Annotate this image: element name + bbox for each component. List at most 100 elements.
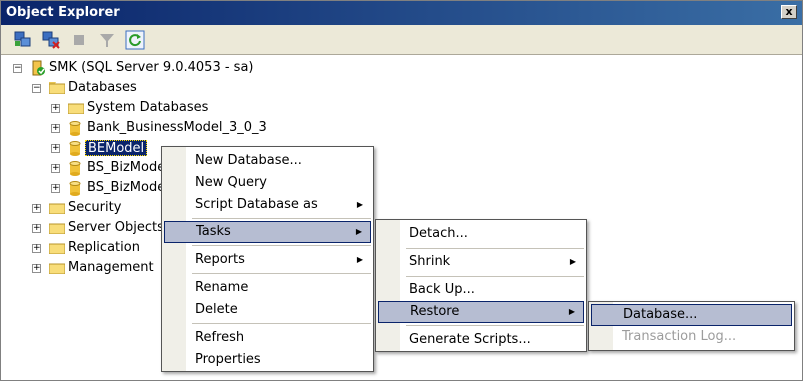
menu-item-label: Database... bbox=[623, 307, 698, 322]
tree-node-label: Management bbox=[68, 260, 154, 275]
menu-item-label: Properties bbox=[195, 352, 261, 367]
collapse-icon[interactable]: − bbox=[32, 84, 41, 93]
menu-item-new-query[interactable]: New Query bbox=[164, 172, 371, 194]
submenu-arrow-icon: ▶ bbox=[569, 257, 576, 266]
close-icon: x bbox=[785, 5, 793, 18]
folder-icon bbox=[49, 263, 65, 274]
menu-item-label: Rename bbox=[195, 280, 249, 295]
menu-item-label: Transaction Log... bbox=[622, 329, 737, 344]
menu-item-restore[interactable]: Restore ▶ bbox=[378, 301, 584, 323]
menu-item-label: Restore bbox=[410, 304, 460, 319]
menu-item-label: Script Database as bbox=[195, 197, 318, 212]
menu-item-label: New Database... bbox=[195, 153, 302, 168]
expand-icon[interactable]: + bbox=[32, 244, 41, 253]
menu-item-transaction-log: Transaction Log... bbox=[591, 326, 792, 348]
folder-icon bbox=[49, 223, 65, 234]
menu-item-script-database-as[interactable]: Script Database as ▶ bbox=[164, 194, 371, 216]
menu-separator bbox=[406, 325, 584, 326]
disconnect-icon[interactable] bbox=[41, 30, 61, 50]
tree-node-replication[interactable]: + Replication bbox=[32, 238, 162, 258]
menu-item-label: Reports bbox=[195, 252, 245, 267]
title-bar: Object Explorer x bbox=[1, 1, 802, 25]
expand-icon[interactable]: + bbox=[51, 104, 60, 113]
submenu-arrow-icon: ▶ bbox=[356, 200, 363, 209]
tree-node-label: Server Objects bbox=[68, 220, 164, 235]
expand-icon[interactable]: + bbox=[51, 164, 60, 173]
tree-node-label: SMK (SQL Server 9.0.4053 - sa) bbox=[49, 60, 254, 75]
menu-item-label: Refresh bbox=[195, 330, 245, 345]
expand-icon[interactable]: + bbox=[51, 184, 60, 193]
tree-node-server[interactable]: − SMK (SQL Server 9.0.4053 - sa) bbox=[13, 58, 313, 78]
menu-item-label: Shrink bbox=[409, 254, 451, 269]
filter-icon[interactable] bbox=[97, 30, 117, 50]
collapse-icon[interactable]: − bbox=[13, 64, 22, 73]
submenu-arrow-icon: ▶ bbox=[355, 227, 362, 236]
menu-item-label: New Query bbox=[195, 175, 267, 190]
menu-separator bbox=[192, 273, 371, 274]
expand-icon[interactable]: + bbox=[32, 204, 41, 213]
toolbar bbox=[1, 25, 802, 55]
menu-item-properties[interactable]: Properties bbox=[164, 349, 371, 371]
menu-item-refresh[interactable]: Refresh bbox=[164, 327, 371, 349]
tree-node-label: BEModel bbox=[85, 140, 148, 156]
database-icon bbox=[69, 141, 81, 156]
menu-item-reports[interactable]: Reports ▶ bbox=[164, 249, 371, 271]
stop-icon[interactable] bbox=[69, 30, 89, 50]
menu-item-restore-database[interactable]: Database... bbox=[591, 304, 792, 326]
menu-item-label: Detach... bbox=[409, 226, 468, 241]
menu-item-delete[interactable]: Delete bbox=[164, 299, 371, 321]
tree-node-database[interactable]: + Bank_BusinessModel_3_0_3 bbox=[51, 118, 311, 138]
database-icon bbox=[69, 161, 81, 176]
menu-item-label: Back Up... bbox=[409, 282, 475, 297]
expand-icon[interactable]: + bbox=[32, 264, 41, 273]
menu-separator bbox=[192, 218, 371, 219]
tree-node-database-selected[interactable]: + BEModel bbox=[51, 138, 171, 158]
expand-icon[interactable]: + bbox=[51, 124, 60, 133]
menu-item-generate-scripts[interactable]: Generate Scripts... bbox=[378, 329, 584, 351]
close-button[interactable]: x bbox=[781, 5, 797, 19]
tasks-submenu: Detach... Shrink ▶ Back Up... Restore ▶ Ge… bbox=[375, 219, 587, 352]
folder-icon bbox=[49, 82, 65, 94]
menu-separator bbox=[406, 248, 584, 249]
folder-icon bbox=[49, 243, 65, 254]
tree-node-database[interactable]: + BS_BizMode bbox=[51, 158, 165, 178]
tree-node-server-objects[interactable]: + Server Objects bbox=[32, 218, 164, 238]
folder-icon bbox=[68, 103, 84, 114]
refresh-icon[interactable] bbox=[125, 30, 145, 50]
tree-node-security[interactable]: + Security bbox=[32, 198, 162, 218]
menu-separator bbox=[192, 245, 371, 246]
submenu-arrow-icon: ▶ bbox=[356, 255, 363, 264]
menu-item-shrink[interactable]: Shrink ▶ bbox=[378, 251, 584, 273]
menu-item-label: Generate Scripts... bbox=[409, 332, 531, 347]
menu-separator bbox=[406, 276, 584, 277]
restore-submenu: Database... Transaction Log... bbox=[588, 301, 795, 351]
database-icon bbox=[69, 121, 81, 136]
database-icon bbox=[69, 181, 81, 196]
menu-item-back-up[interactable]: Back Up... bbox=[378, 279, 584, 301]
submenu-arrow-icon: ▶ bbox=[568, 307, 575, 316]
tree-node-label: Replication bbox=[68, 240, 140, 255]
window-title: Object Explorer bbox=[6, 5, 120, 20]
tree-node-label: System Databases bbox=[87, 100, 209, 115]
context-menu: New Database... New Query Script Databas… bbox=[161, 146, 374, 372]
menu-separator bbox=[192, 323, 371, 324]
tree-node-database[interactable]: + BS_BizMode bbox=[51, 178, 165, 198]
menu-item-detach[interactable]: Detach... bbox=[378, 223, 584, 245]
expand-icon[interactable]: + bbox=[51, 144, 60, 153]
object-explorer-window: Object Explorer x − SMK (SQL Server 9.0.… bbox=[0, 0, 803, 381]
tree-node-databases[interactable]: − Databases bbox=[32, 78, 232, 98]
server-icon bbox=[32, 60, 45, 76]
connect-icon[interactable] bbox=[13, 30, 33, 50]
menu-item-label: Tasks bbox=[196, 224, 231, 239]
tree-node-label: Bank_BusinessModel_3_0_3 bbox=[87, 120, 267, 135]
expand-icon[interactable]: + bbox=[32, 224, 41, 233]
tree-node-label: BS_BizMode bbox=[87, 160, 166, 175]
tree-node-label: BS_BizMode bbox=[87, 180, 166, 195]
menu-item-tasks[interactable]: Tasks ▶ bbox=[164, 221, 371, 243]
tree-node-system-databases[interactable]: + System Databases bbox=[51, 98, 251, 118]
tree-node-management[interactable]: + Management bbox=[32, 258, 162, 278]
tree-node-label: Security bbox=[68, 200, 122, 215]
menu-item-new-database[interactable]: New Database... bbox=[164, 150, 371, 172]
menu-item-rename[interactable]: Rename bbox=[164, 277, 371, 299]
folder-icon bbox=[49, 203, 65, 214]
